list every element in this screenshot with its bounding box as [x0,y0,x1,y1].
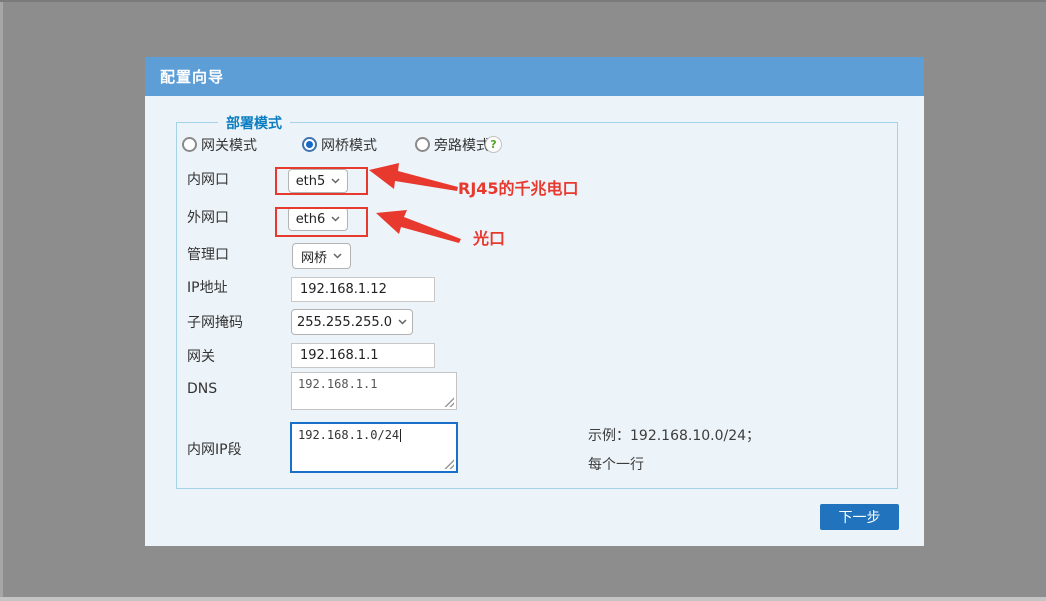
radio-bypass-mode-label: 旁路模式 [434,135,490,155]
gateway-input[interactable] [291,343,435,368]
wan-port-value: eth6 [296,212,326,227]
resize-grip-icon[interactable] [443,396,454,407]
subnet-mask-value: 255.255.255.0 [297,315,392,330]
resize-grip-icon[interactable] [443,458,454,469]
lan-ip-range-value: 192.168.1.0/24 [298,428,399,442]
mgmt-port-select[interactable]: 网桥 [292,243,351,269]
ip-address-input[interactable] [291,277,435,302]
dialog-header: 配置向导 [145,57,924,96]
chevron-down-icon [331,178,340,184]
lan-ip-range-hint-line1: 示例：192.168.10.0/24； [588,425,760,445]
chevron-down-icon [333,253,342,259]
window-edge-top [0,0,1046,2]
dns-textarea[interactable]: 192.168.1.1 [291,372,457,410]
radio-gateway-mode[interactable]: 网关模式 [182,136,257,153]
lan-port-value: eth5 [296,174,326,189]
bypass-help-icon[interactable]: ? [485,136,502,153]
gateway-label: 网关 [187,349,215,365]
wan-port-select[interactable]: eth6 [288,207,348,231]
dns-label: DNS [187,381,217,397]
lan-port-select[interactable]: eth5 [288,169,348,193]
mgmt-port-label: 管理口 [187,247,229,263]
text-caret [400,429,401,442]
chevron-down-icon [398,319,407,325]
lan-ip-range-hint-line2: 每个一行 [588,454,644,474]
desktop-background: 配置向导 部署模式 网关模式 网桥模式 旁路模式 ? 内网口 eth5 外网口 … [0,0,1046,601]
dns-value: 192.168.1.1 [298,377,377,391]
lan-port-label: 内网口 [187,172,229,188]
lan-ip-range-textarea[interactable]: 192.168.1.0/24 [290,422,458,473]
subnet-mask-label: 子网掩码 [187,315,243,331]
radio-bridge-mode[interactable]: 网桥模式 [302,136,377,153]
annotation-text-wan-port: 光口 [473,225,505,249]
wan-port-label: 外网口 [187,210,229,226]
radio-circle-icon[interactable] [415,137,430,152]
mgmt-port-value: 网桥 [301,247,327,266]
radio-circle-checked-icon[interactable] [302,137,317,152]
window-edge-left [0,2,3,601]
deployment-mode-legend: 部署模式 [218,113,290,133]
window-edge-bottom [0,597,1046,601]
radio-circle-icon[interactable] [182,137,197,152]
radio-gateway-mode-label: 网关模式 [201,135,257,155]
radio-bypass-mode[interactable]: 旁路模式 [415,136,490,153]
annotation-text-lan-port: RJ45的千兆电口 [458,175,579,199]
dialog-title: 配置向导 [160,66,224,87]
lan-ip-range-label: 内网IP段 [187,442,242,458]
subnet-mask-select[interactable]: 255.255.255.0 [291,309,413,335]
radio-bridge-mode-label: 网桥模式 [321,135,377,155]
config-wizard-dialog: 配置向导 部署模式 网关模式 网桥模式 旁路模式 ? 内网口 eth5 外网口 … [145,57,924,546]
next-step-button[interactable]: 下一步 [820,504,899,530]
chevron-down-icon [331,216,340,222]
ip-address-label: IP地址 [187,280,228,296]
